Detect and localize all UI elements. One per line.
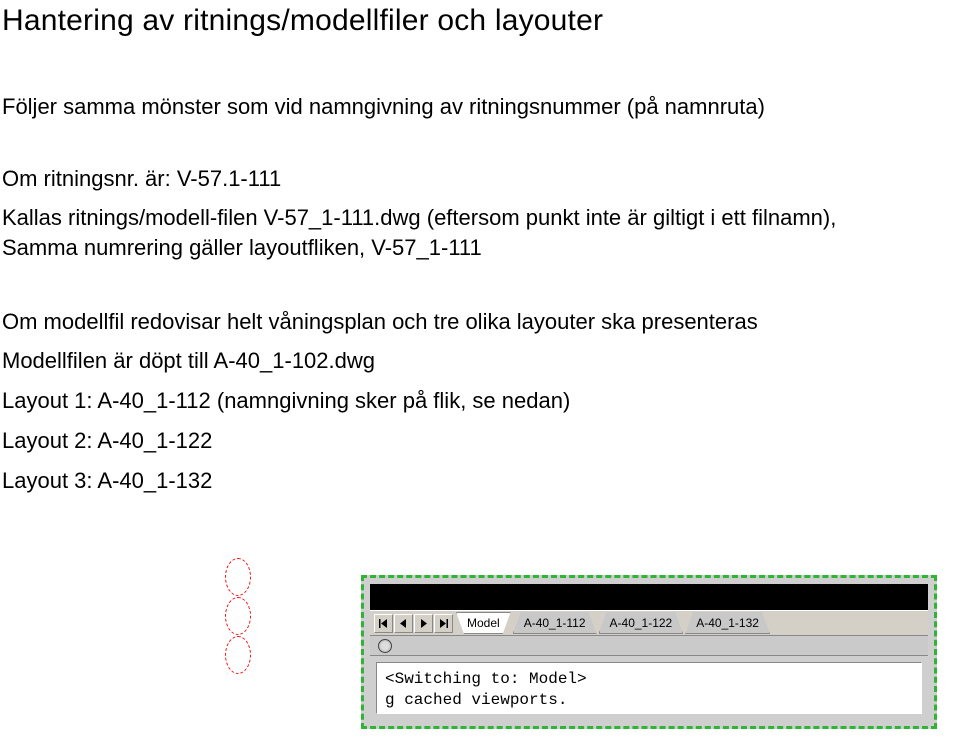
page-title: Hantering av ritnings/modellfiler och la… [0,0,960,38]
highlight-ellipse [225,597,251,635]
tab-layout-1[interactable]: A-40_1-112 [513,612,597,634]
compass-icon [378,639,392,653]
cad-screenshot: Model A-40_1-112 A-40_1-122 A-40_1-132 <… [361,575,937,729]
highlight-ellipse [225,558,251,596]
paragraph-kallas-a: Kallas ritnings/modell-filen V-57_1-111.… [2,203,960,233]
drawing-canvas-strip [370,584,928,610]
console-line: g cached viewports. [385,690,913,711]
paragraph-layout1: Layout 1: A-40_1-112 (namngivning sker p… [2,386,960,416]
tab-model[interactable]: Model [456,612,511,634]
paragraph-kallas-b: Samma numrering gäller layoutfliken, V-5… [2,233,960,263]
tab-label: A-40_1-132 [696,616,759,630]
tab-nav-prev[interactable] [394,614,413,633]
tab-nav-buttons [374,614,454,633]
paragraph-intro: Följer samma mönster som vid namngivning… [2,92,960,122]
tab-nav-next[interactable] [414,614,433,633]
tab-layout-3[interactable]: A-40_1-132 [685,612,770,634]
tab-label: Model [467,616,500,630]
paragraph-layout3: Layout 3: A-40_1-132 [2,466,960,496]
toolbar-strip [370,636,928,656]
highlight-ellipse [225,636,251,674]
paragraph-layout2: Layout 2: A-40_1-122 [2,426,960,456]
tab-nav-last[interactable] [434,614,453,633]
tab-nav-first[interactable] [374,614,393,633]
tab-label: A-40_1-122 [610,616,673,630]
paragraph-example-nr: Om ritningsnr. är: V-57.1-111 [2,164,960,194]
tab-strip: Model A-40_1-112 A-40_1-122 A-40_1-132 [370,610,928,636]
paragraph-modellfil: Om modellfil redovisar helt våningsplan … [2,307,960,337]
console-line: <Switching to: Model> [385,669,913,690]
paragraph-modellfilen: Modellfilen är döpt till A-40_1-102.dwg [2,346,960,376]
tab-label: A-40_1-112 [524,616,586,630]
tab-layout-2[interactable]: A-40_1-122 [599,612,684,634]
command-console[interactable]: <Switching to: Model> g cached viewports… [376,662,922,714]
